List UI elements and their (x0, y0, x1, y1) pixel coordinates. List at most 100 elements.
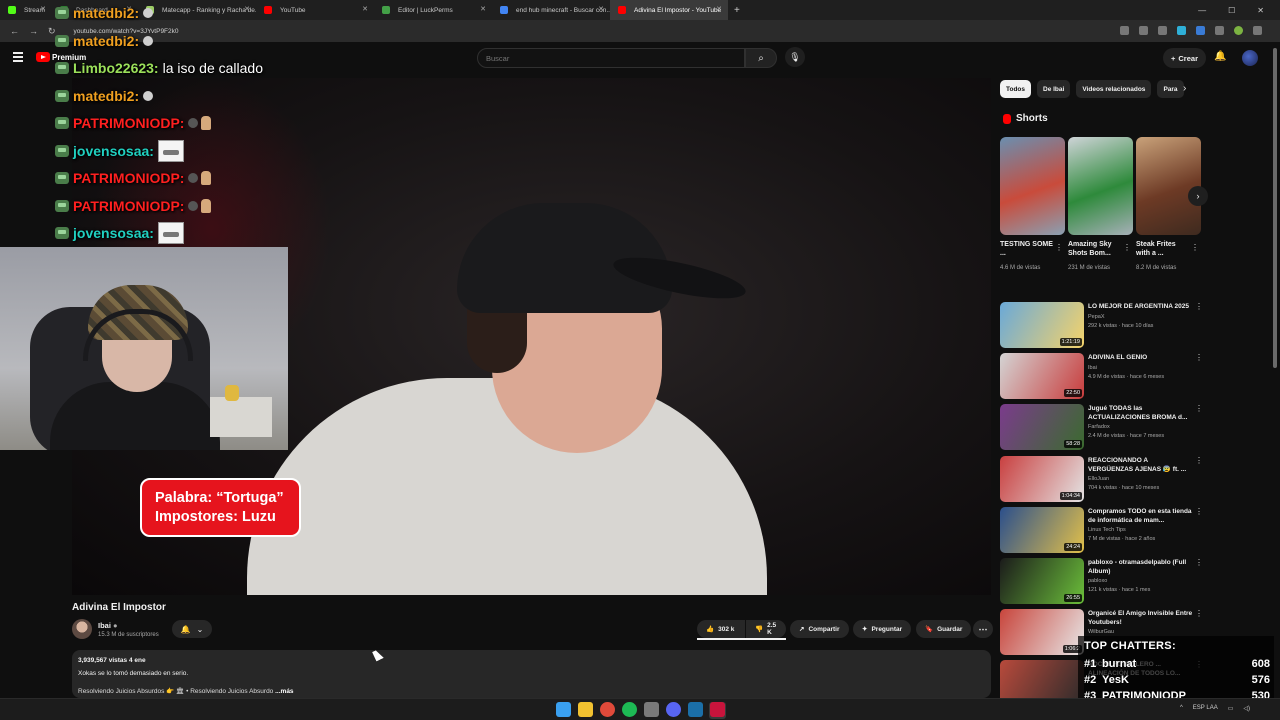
short-thumbnail[interactable] (1136, 137, 1201, 235)
chevron-right-icon[interactable]: › (1183, 83, 1186, 94)
filter-chip[interactable]: Videos relacionados (1076, 80, 1152, 98)
video-title[interactable]: Organicé El Amigo Invisible Entre Youtub… (1088, 609, 1193, 627)
channel-name[interactable]: ElloJuan (1088, 476, 1109, 482)
shorts-next-button[interactable]: › (1188, 186, 1208, 206)
more-dots-icon[interactable]: ⋮ (1195, 404, 1203, 413)
browser-tab[interactable]: Matecapp - Ranking y Racha de... ✕ (138, 0, 256, 20)
star-icon[interactable] (1158, 26, 1167, 35)
account-avatar[interactable] (1242, 50, 1258, 66)
short-title[interactable]: Steak Frites with a ... (1136, 240, 1191, 258)
video-thumbnail[interactable]: 24:24 (1000, 506, 1084, 553)
volume-icon[interactable]: ◁) (1243, 705, 1250, 712)
more-dots-icon[interactable]: ⋮ (1191, 243, 1199, 252)
filter-chip[interactable]: Todos (1000, 80, 1032, 98)
network-icon[interactable]: ▭ (1228, 705, 1234, 712)
more-dots-icon[interactable]: ⋮ (1195, 302, 1203, 311)
video-thumbnail[interactable]: 22:50 (1000, 353, 1084, 400)
more-dots-icon[interactable]: ⋮ (1195, 353, 1203, 362)
browser-tab[interactable]: Editor | LuckPerms ✕ (374, 0, 492, 20)
more-dots-icon[interactable]: ⋮ (1123, 243, 1131, 252)
channel-name[interactable]: Ibai (1088, 365, 1097, 371)
more-dots-icon[interactable]: ⋮ (1055, 243, 1063, 252)
short-thumbnail[interactable] (1000, 137, 1065, 235)
search-input[interactable] (477, 48, 745, 68)
language-indicator[interactable]: ESP LAA (1193, 705, 1218, 712)
eye-off-icon[interactable] (1139, 26, 1148, 35)
youtube-logo-icon[interactable] (36, 52, 50, 62)
back-icon[interactable]: ← (10, 26, 19, 36)
more-dots-icon[interactable]: ⋮ (1195, 609, 1203, 618)
channel-name[interactable]: Linus Tech Tips (1088, 527, 1126, 533)
dislike-button[interactable]: 👎 2.5 K (746, 620, 786, 638)
file-explorer-icon[interactable] (578, 702, 593, 717)
browser-tab[interactable]: YouTube ✕ (256, 0, 374, 20)
more-dots-icon[interactable]: ⋮ (1195, 456, 1203, 465)
more-dots-icon[interactable]: ⋮ (1195, 558, 1203, 567)
close-tab-icon[interactable]: ✕ (716, 5, 722, 13)
more-dots-icon[interactable]: ⋮ (1195, 507, 1203, 516)
menu-dots-icon[interactable] (1253, 26, 1262, 35)
video-title[interactable]: pabloxo - otramasdelpablo (Full Album) (1088, 558, 1193, 576)
filter-chip[interactable]: Para (1157, 80, 1184, 98)
close-tab-icon[interactable]: ✕ (598, 5, 604, 13)
recommended-video[interactable]: 58:28 Jugué TODAS las ACTUALIZACIONES BRO… (1000, 404, 1203, 451)
short-title[interactable]: Amazing Sky Shots Bom... (1068, 240, 1123, 258)
recommended-video[interactable]: 1:04:34 REACCIONANDO A VERGÜENZAS AJENAS … (1000, 455, 1203, 502)
obs-icon[interactable] (644, 702, 659, 717)
channel-name[interactable]: Ibai ● (98, 621, 118, 630)
streaming-app-icon[interactable] (710, 702, 725, 717)
share-button[interactable]: ↗ Compartir (790, 620, 849, 638)
like-button[interactable]: 👍 302 k (697, 620, 745, 638)
recommended-video[interactable]: 22:50 ADIVINA EL GENIO Ibai 4.9 M de vistas… (1000, 353, 1203, 400)
puzzle-icon[interactable] (1215, 26, 1224, 35)
search-button[interactable]: ⌕ (745, 48, 777, 68)
short-thumbnail[interactable] (1068, 137, 1133, 235)
description-box[interactable]: 3,939,567 vistas 4 ene Xokas se lo tomó … (72, 650, 991, 698)
recommended-video[interactable]: 24:24 Compramos TODO en esta tienda de in… (1000, 506, 1203, 553)
video-thumbnail[interactable]: 1:21:19 (1000, 302, 1084, 348)
hamburger-menu-icon[interactable] (13, 52, 23, 64)
windows-start-icon[interactable] (556, 702, 571, 717)
steam-icon[interactable] (688, 702, 703, 717)
spotify-icon[interactable] (622, 702, 637, 717)
close-tab-icon[interactable]: ✕ (40, 5, 46, 13)
notifications-bell-icon[interactable]: 🔔 (1214, 51, 1226, 62)
channel-name[interactable]: WilburGau (1088, 629, 1114, 635)
recommended-video[interactable]: 1:21:19 LO MEJOR DE ARGENTINA 2025 PepaX 29… (1000, 302, 1203, 348)
browser-tab[interactable]: end hub minecraft - Buscar con... ✕ (492, 0, 610, 20)
extension-icon[interactable] (1196, 26, 1205, 35)
channel-name[interactable]: PepaX (1088, 314, 1105, 320)
close-tab-icon[interactable]: ✕ (480, 5, 486, 13)
save-button[interactable]: 🔖 Guardar (916, 620, 972, 638)
close-window-icon[interactable]: ✕ (1257, 6, 1264, 15)
extension-icon[interactable] (1177, 26, 1186, 35)
maximize-icon[interactable]: ☐ (1228, 6, 1235, 15)
chevron-up-icon[interactable]: ^ (1180, 705, 1183, 712)
video-thumbnail[interactable]: 1:06:2 (1000, 609, 1084, 656)
show-more-link[interactable]: ...más (275, 688, 293, 695)
scrollbar-thumb[interactable] (1273, 48, 1277, 368)
short-title[interactable]: TESTING SOME ... (1000, 240, 1055, 258)
video-thumbnail[interactable]: 1:04:34 (1000, 455, 1084, 502)
voice-search-button[interactable]: 🎙 (785, 47, 805, 67)
subscription-bell-button[interactable]: 🔔 ⌄ (172, 620, 212, 638)
video-title[interactable]: REACCIONANDO A VERGÜENZAS AJENAS 😰 ft. .… (1088, 456, 1193, 474)
create-button[interactable]: + Crear (1163, 48, 1206, 68)
profile-icon[interactable] (1234, 26, 1243, 35)
forward-icon[interactable]: → (29, 26, 38, 36)
recommended-video[interactable]: 26:55 pabloxo - otramasdelpablo (Full Alb… (1000, 558, 1203, 604)
video-title[interactable]: LO MEJOR DE ARGENTINA 2025 (1088, 302, 1193, 311)
cast-icon[interactable] (1120, 26, 1129, 35)
ask-button[interactable]: ✦ Preguntar (853, 620, 912, 638)
video-title[interactable]: Jugué TODAS las ACTUALIZACIONES BROMA d.… (1088, 404, 1193, 422)
close-tab-icon[interactable]: ✕ (244, 5, 250, 13)
minimize-icon[interactable]: — (1198, 6, 1206, 15)
channel-name[interactable]: Farfadox (1088, 424, 1110, 430)
discord-icon[interactable] (666, 702, 681, 717)
browser-tab[interactable]: Stream ✕ (0, 0, 52, 20)
new-tab-button[interactable]: + (734, 5, 740, 16)
video-title[interactable]: Compramos TODO en esta tienda de informá… (1088, 507, 1193, 525)
chrome-icon[interactable] (600, 702, 615, 717)
channel-name[interactable]: pabloxo (1088, 578, 1107, 584)
channel-avatar[interactable] (72, 619, 92, 639)
